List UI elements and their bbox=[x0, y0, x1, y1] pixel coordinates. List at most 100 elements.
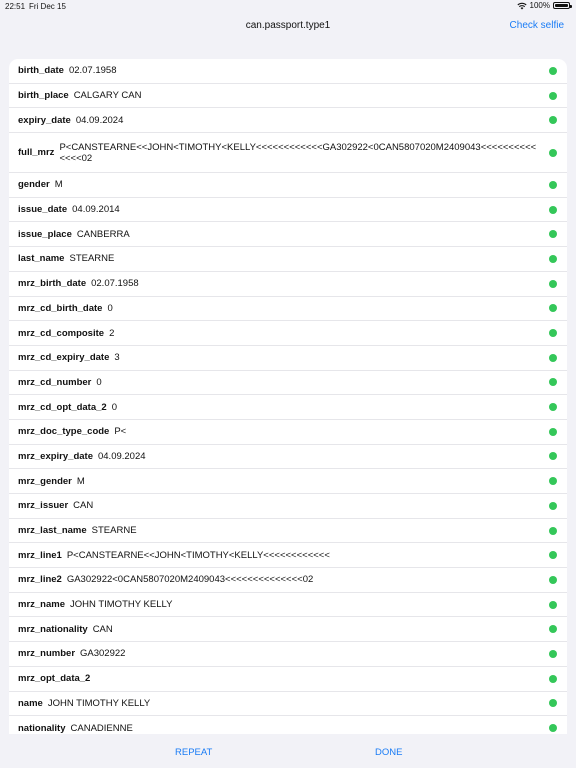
status-dot-icon bbox=[549, 649, 557, 658]
battery-percent: 100% bbox=[529, 1, 550, 10]
field-value: GA302922<0CAN5807020M2409043<<<<<<<<<<<<… bbox=[66, 574, 314, 586]
field-value: GA302922 bbox=[80, 648, 126, 660]
field-key: mrz_cd_composite bbox=[18, 327, 105, 339]
field-row-mrz-line1: mrz_line1 P<CANSTEARNE<<JOHN<TIMOTHY<KELL… bbox=[9, 543, 567, 569]
field-key: issue_date bbox=[18, 204, 68, 216]
status-dot-icon bbox=[549, 180, 557, 189]
field-row-mrz-nationality: mrz_nationality CAN bbox=[9, 617, 567, 643]
field-key: name bbox=[18, 697, 43, 709]
field-row-name: name JOHN TIMOTHY KELLY bbox=[9, 692, 567, 717]
page-title: can.passport.type1 bbox=[245, 20, 331, 31]
field-row-birth-place: birth_place CALGARY CAN bbox=[9, 84, 567, 109]
status-dot-icon bbox=[549, 501, 557, 510]
field-key: mrz_expiry_date bbox=[18, 450, 93, 462]
field-key: mrz_opt_data_2 bbox=[18, 673, 91, 685]
field-key: mrz_nationality bbox=[18, 623, 88, 635]
field-key: mrz_cd_number bbox=[18, 376, 92, 388]
field-row-mrz-opt-data-2: mrz_opt_data_2 bbox=[9, 667, 567, 692]
field-value: STEARNE bbox=[91, 525, 137, 537]
field-value: M bbox=[76, 475, 85, 487]
field-key: expiry_date bbox=[18, 114, 71, 126]
field-value: 02.07.1958 bbox=[91, 278, 139, 290]
field-key: issue_place bbox=[18, 228, 72, 240]
status-dot-icon bbox=[549, 674, 557, 683]
field-value: 0 bbox=[107, 302, 113, 314]
status-dot-icon bbox=[549, 575, 557, 584]
status-dot-icon bbox=[549, 551, 557, 560]
wifi-icon bbox=[516, 2, 527, 9]
field-key: last_name bbox=[18, 253, 65, 265]
field-row-expiry-date: expiry_date 04.09.2024 bbox=[9, 108, 567, 134]
status-bar: 22:51 Fri Dec 15 100% bbox=[0, 0, 576, 14]
field-key: mrz_line2 bbox=[18, 574, 62, 586]
field-value: P<CANSTEARNE<<JOHN<TIMOTHY<KELLY<<<<<<<<… bbox=[66, 549, 330, 561]
status-dot-icon bbox=[549, 353, 557, 362]
field-key: mrz_line1 bbox=[18, 549, 62, 561]
field-row-issue-place: issue_place CANBERRA bbox=[9, 222, 567, 248]
field-row-mrz-cd-expiry-date: mrz_cd_expiry_date 3 bbox=[9, 346, 567, 371]
field-row-mrz-last-name: mrz_last_name STEARNE bbox=[9, 519, 567, 544]
field-row-gender: gender M bbox=[9, 173, 567, 198]
field-value: STEARNE bbox=[69, 253, 115, 265]
field-row-full-mrz: full_mrz P<CANSTEARNE<<JOHN<TIMOTHY<KELLY… bbox=[9, 133, 567, 174]
field-row-birth-date: birth_date 02.07.1958 bbox=[9, 59, 567, 84]
status-dot-icon bbox=[549, 625, 557, 634]
field-key: nationality bbox=[18, 722, 66, 734]
status-dot-icon bbox=[549, 91, 557, 100]
field-value: 04.09.2024 bbox=[75, 114, 124, 126]
field-list[interactable]: birth_date 02.07.1958 birth_place CALGARY C… bbox=[9, 59, 567, 734]
field-key: full_mrz bbox=[18, 147, 55, 159]
field-value: CANADIENNE bbox=[70, 722, 133, 734]
status-date: Fri Dec 15 bbox=[29, 2, 66, 11]
field-row-mrz-name: mrz_name JOHN TIMOTHY KELLY bbox=[9, 593, 567, 618]
field-value: 0 bbox=[111, 401, 117, 413]
field-row-mrz-cd-number: mrz_cd_number 0 bbox=[9, 371, 567, 396]
field-value: 04.09.2024 bbox=[97, 450, 146, 462]
check-selfie-button[interactable]: Check selfie bbox=[510, 20, 564, 31]
field-key: mrz_number bbox=[18, 648, 76, 660]
done-button[interactable]: DONE bbox=[375, 747, 402, 758]
field-value: JOHN TIMOTHY KELLY bbox=[70, 599, 173, 611]
field-value: CAN bbox=[92, 623, 113, 635]
repeat-button[interactable]: REPEAT bbox=[175, 747, 212, 758]
field-key: mrz_gender bbox=[18, 475, 72, 487]
field-key: mrz_cd_expiry_date bbox=[18, 352, 110, 364]
status-dot-icon bbox=[549, 279, 557, 288]
status-dot-icon bbox=[549, 477, 557, 486]
field-value: 2 bbox=[109, 327, 115, 339]
field-key: mrz_cd_opt_data_2 bbox=[18, 401, 107, 413]
field-value: 3 bbox=[114, 352, 120, 364]
field-value: CANBERRA bbox=[76, 228, 130, 240]
bottom-bar: REPEAT DONE bbox=[0, 734, 576, 768]
status-dot-icon bbox=[549, 205, 557, 214]
field-key: birth_date bbox=[18, 65, 64, 77]
status-dot-icon bbox=[549, 304, 557, 313]
status-dot-icon bbox=[549, 230, 557, 239]
status-dot-icon bbox=[549, 66, 557, 75]
battery-icon bbox=[553, 2, 572, 9]
field-value: M bbox=[54, 179, 63, 191]
field-row-mrz-cd-opt-data-2: mrz_cd_opt_data_2 0 bbox=[9, 395, 567, 420]
status-dot-icon bbox=[549, 378, 557, 387]
field-key: mrz_birth_date bbox=[18, 278, 87, 290]
field-row-issue-date: issue_date 04.09.2014 bbox=[9, 198, 567, 223]
field-value: JOHN TIMOTHY KELLY bbox=[47, 697, 151, 709]
field-row-mrz-issuer: mrz_issuer CAN bbox=[9, 494, 567, 519]
field-row-mrz-expiry-date: mrz_expiry_date 04.09.2024 bbox=[9, 445, 567, 470]
field-key: mrz_name bbox=[18, 599, 65, 611]
status-dot-icon bbox=[549, 600, 557, 609]
field-value: 04.09.2014 bbox=[72, 204, 120, 216]
status-dot-icon bbox=[549, 699, 557, 708]
field-row-last-name: last_name STEARNE bbox=[9, 247, 567, 272]
field-value: CALGARY CAN bbox=[73, 90, 142, 102]
field-row-mrz-cd-birth-date: mrz_cd_birth_date 0 bbox=[9, 297, 567, 322]
field-key: mrz_issuer bbox=[18, 500, 69, 512]
field-key: mrz_doc_type_code bbox=[18, 426, 110, 438]
field-value: 02.07.1958 bbox=[68, 65, 117, 77]
status-dot-icon bbox=[549, 254, 557, 263]
status-dot-icon bbox=[549, 403, 557, 412]
status-dot-icon bbox=[549, 329, 557, 338]
field-row-nationality: nationality CANADIENNE bbox=[9, 716, 567, 734]
field-row-mrz-birth-date: mrz_birth_date 02.07.1958 bbox=[9, 272, 567, 297]
field-row-mrz-gender: mrz_gender M bbox=[9, 469, 567, 494]
